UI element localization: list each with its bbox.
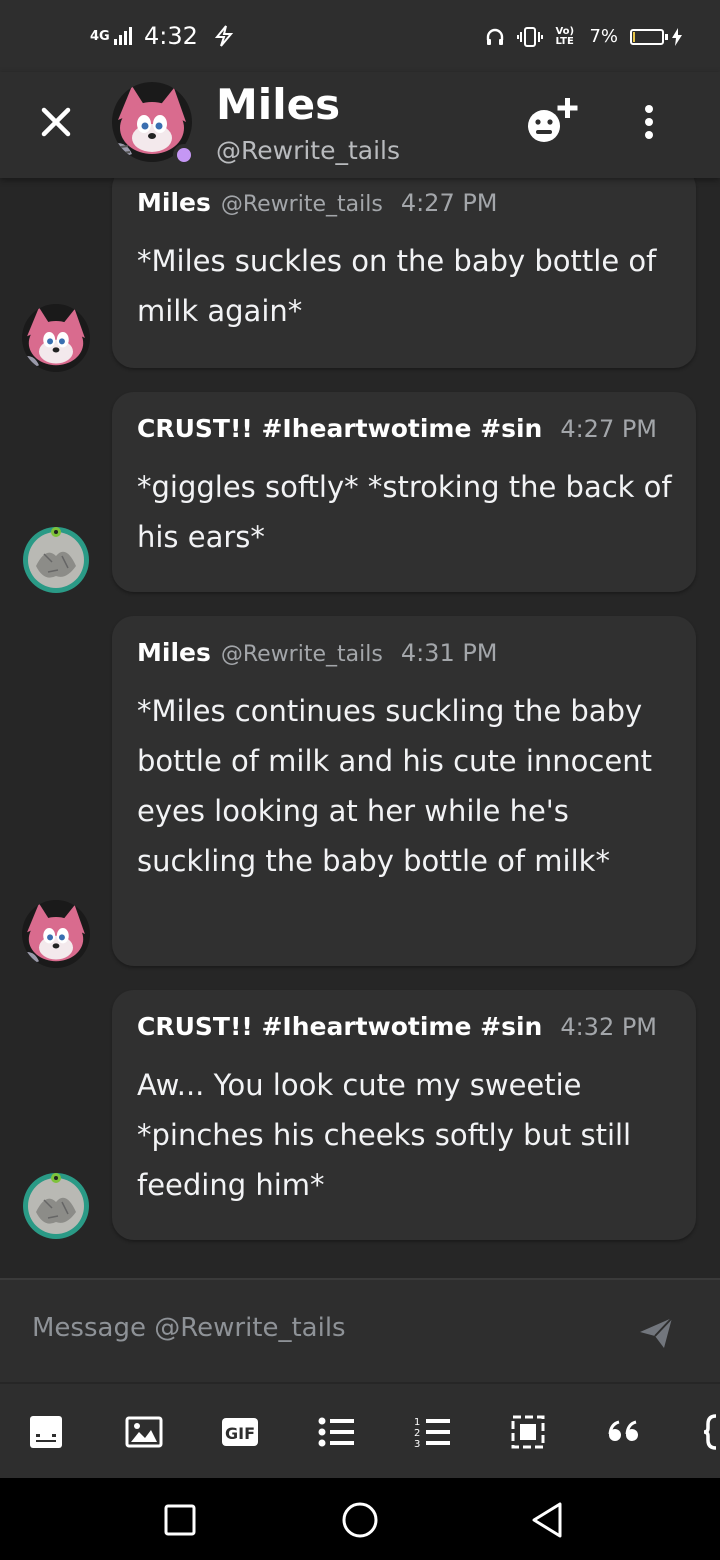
message-handle: @Rewrite_tails — [220, 192, 383, 217]
status-bar: 4G 4:32 Vo) LTE 7% — [0, 0, 720, 72]
message-author[interactable]: Miles — [137, 188, 211, 217]
message-bubble[interactable]: Miles @Rewrite_tails 4:31 PM *Miles cont… — [112, 616, 696, 966]
back-icon[interactable] — [526, 1498, 570, 1542]
recent-apps-icon[interactable] — [158, 1498, 202, 1542]
signal-icon — [114, 27, 132, 45]
message-timestamp: 4:31 PM — [400, 639, 498, 667]
message-list[interactable]: Miles @Rewrite_tails 4:27 PM *Miles suck… — [0, 178, 720, 1278]
svg-text:3: 3 — [414, 1439, 420, 1448]
headphones-icon — [487, 28, 504, 45]
message-composer — [0, 1278, 720, 1382]
message-text: *Miles continues suckling the baby bottl… — [137, 694, 652, 878]
home-icon[interactable] — [338, 1498, 382, 1542]
format-toolbar: GIF 123 — [0, 1382, 720, 1478]
message-bubble[interactable]: CRUST!! #Iheartwotime #sin 4:32 PM Aw...… — [112, 990, 696, 1240]
close-icon[interactable] — [34, 100, 78, 144]
add-friend-icon[interactable] — [522, 96, 582, 148]
svg-text:1: 1 — [414, 1417, 420, 1428]
svg-text:GIF: GIF — [225, 1424, 255, 1443]
message-author[interactable]: CRUST!! #Iheartwotime #sin — [137, 1012, 542, 1041]
message-bubble[interactable]: Miles @Rewrite_tails 4:27 PM *Miles suck… — [112, 178, 696, 368]
sticker-icon[interactable] — [24, 1410, 68, 1454]
message-text: *Miles suckles on the baby bottle of mil… — [137, 244, 657, 328]
message-input[interactable] — [32, 1308, 612, 1348]
more-options-icon[interactable] — [634, 100, 664, 144]
charging-bolt-icon — [214, 25, 234, 47]
gif-icon[interactable]: GIF — [218, 1410, 262, 1454]
code-icon[interactable] — [698, 1410, 720, 1454]
send-icon[interactable] — [636, 1312, 676, 1352]
message-author[interactable]: Miles — [137, 638, 211, 667]
svg-text:2: 2 — [414, 1428, 420, 1439]
image-icon[interactable] — [122, 1410, 166, 1454]
spoiler-icon[interactable] — [506, 1410, 550, 1454]
crust-avatar[interactable] — [22, 1172, 90, 1240]
user-handle: @Rewrite_tails — [216, 136, 401, 165]
message-handle: @Rewrite_tails — [220, 642, 383, 667]
volte-indicator: Vo) LTE — [555, 25, 575, 47]
system-nav-bar — [0, 1478, 720, 1560]
message-timestamp: 4:32 PM — [560, 1013, 658, 1041]
tails-avatar[interactable] — [22, 900, 90, 968]
battery-percent: 7% — [589, 26, 618, 47]
quote-icon[interactable] — [602, 1410, 646, 1454]
dm-header: Miles @Rewrite_tails — [0, 72, 720, 178]
message-text: *giggles softly* *stroking the back of h… — [137, 470, 672, 554]
message-author[interactable]: CRUST!! #Iheartwotime #sin — [137, 414, 542, 443]
numbered-list-icon[interactable]: 123 — [410, 1410, 454, 1454]
status-time: 4:32 — [144, 22, 198, 50]
charging-icon — [672, 27, 682, 46]
message-bubble[interactable]: CRUST!! #Iheartwotime #sin 4:27 PM *gigg… — [112, 392, 696, 592]
tails-avatar[interactable] — [22, 304, 90, 372]
page-title: Miles — [216, 80, 341, 129]
battery-icon — [630, 28, 668, 45]
message-timestamp: 4:27 PM — [400, 189, 498, 217]
bullet-list-icon[interactable] — [314, 1410, 358, 1454]
crust-avatar[interactable] — [22, 526, 90, 594]
vibrate-icon — [517, 26, 544, 47]
message-timestamp: 4:27 PM — [560, 415, 658, 443]
presence-status-dot — [173, 144, 195, 166]
message-text: Aw... You look cute my sweetie *pinches … — [137, 1068, 632, 1202]
